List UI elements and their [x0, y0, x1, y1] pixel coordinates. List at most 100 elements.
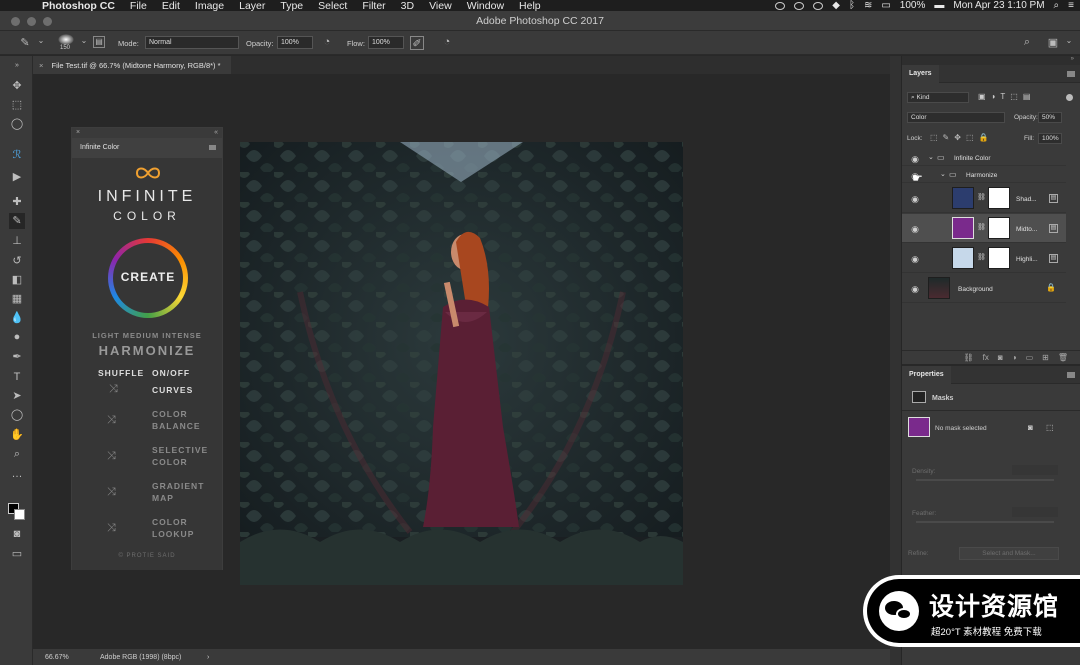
panel-tab[interactable]: Infinite Color: [72, 138, 222, 158]
pen-extension-icon[interactable]: ℛ: [9, 147, 25, 163]
layer-row-harmonize[interactable]: ◉ ⌄ ▭ Harmonize: [902, 167, 1066, 183]
collapse-dock-icon[interactable]: »: [902, 56, 1080, 65]
hand-tool-icon[interactable]: ✋: [9, 427, 25, 443]
layers-tab[interactable]: Layers: [902, 65, 939, 83]
shuffle-icon[interactable]: ⤨: [107, 414, 116, 427]
flow-field[interactable]: 100%: [368, 36, 404, 49]
more-tools-icon[interactable]: …: [9, 466, 25, 482]
visibility-eye-icon[interactable]: ◉: [909, 254, 921, 264]
chevron-down-icon[interactable]: ⌄: [34, 36, 48, 50]
zoom-tool-icon[interactable]: ⌕: [9, 446, 25, 462]
filter-toggle-icon[interactable]: [1066, 94, 1073, 101]
pen-tool-icon[interactable]: ✒: [9, 349, 25, 365]
shuffle-curves-icon[interactable]: ⤨: [109, 383, 118, 396]
dodge-tool-icon[interactable]: ●: [9, 329, 25, 345]
collapse-panel-icon[interactable]: «: [214, 128, 218, 138]
skype-icon[interactable]: [813, 1, 824, 10]
layer-filter-select[interactable]: ⌕ Kind: [907, 92, 969, 103]
link-icon[interactable]: ⛓: [977, 253, 986, 261]
disclosure-icon[interactable]: ⌄: [928, 153, 934, 161]
brush-tip-preview[interactable]: [58, 34, 74, 45]
panel-menu-icon[interactable]: [1067, 372, 1075, 378]
create-button[interactable]: CREATE: [108, 238, 188, 318]
marquee-tool-icon[interactable]: ⬚: [9, 97, 25, 113]
shuffle-icon[interactable]: ⤨: [107, 522, 116, 535]
close-panel-icon[interactable]: ×: [76, 129, 80, 136]
select-and-mask-button[interactable]: Select and Mask...: [959, 547, 1059, 560]
menu-help[interactable]: Help: [519, 0, 541, 12]
gradient-map-toggle[interactable]: GRADIENT MAP: [152, 480, 222, 504]
curves-toggle[interactable]: CURVES: [152, 385, 193, 395]
lasso-tool-icon[interactable]: ◯: [9, 116, 25, 132]
brush-panel-toggle-icon[interactable]: ▤: [93, 36, 105, 48]
spotlight-icon[interactable]: ⌕: [1054, 0, 1060, 11]
fx-icon[interactable]: fx: [983, 353, 989, 364]
visibility-eye-icon[interactable]: ◉: [909, 194, 921, 204]
menu-select[interactable]: Select: [318, 0, 347, 12]
blur-tool-icon[interactable]: 💧: [9, 310, 25, 326]
menu-filter[interactable]: Filter: [362, 0, 385, 12]
panel-menu-icon[interactable]: [1067, 71, 1075, 77]
layer-mask-thumbnail[interactable]: [988, 217, 1010, 239]
pressure-opacity-icon[interactable]: ◔: [320, 36, 334, 50]
screen-mode-icon[interactable]: ▭: [9, 546, 25, 562]
menu-type[interactable]: Type: [280, 0, 303, 12]
gradient-tool-icon[interactable]: ▦: [9, 291, 25, 307]
visibility-eye-icon[interactable]: ◉: [909, 284, 921, 294]
wifi-icon[interactable]: ≋: [864, 0, 872, 11]
adjustment-layer-icon[interactable]: ◑: [1012, 353, 1017, 364]
quick-mask-icon[interactable]: ◙: [9, 526, 25, 542]
search-icon[interactable]: ⌕: [1020, 36, 1034, 50]
background-color-swatch[interactable]: [14, 509, 25, 520]
path-selection-icon[interactable]: ➤: [9, 388, 25, 404]
clone-stamp-icon[interactable]: ⊥: [9, 233, 25, 249]
visibility-eye-icon[interactable]: ◉: [909, 154, 921, 164]
document-tab[interactable]: × File Test.tif @ 66.7% (Midtone Harmony…: [33, 56, 231, 74]
brush-preset-icon[interactable]: ✎: [18, 36, 32, 50]
healing-brush-icon[interactable]: ✚: [9, 194, 25, 210]
pressure-size-icon[interactable]: ◔: [440, 36, 454, 50]
link-layers-icon[interactable]: ⛓: [964, 353, 974, 364]
eraser-tool-icon[interactable]: ◧: [9, 272, 25, 288]
layer-row-infinite-color[interactable]: ◉ ⌄ ▭ Infinite Color: [902, 150, 1066, 166]
clock[interactable]: Mon Apr 23 1:10 PM: [953, 0, 1044, 11]
layer-mask-thumbnail[interactable]: [988, 187, 1010, 209]
menu-3d[interactable]: 3D: [401, 0, 414, 12]
opacity-field[interactable]: 100%: [277, 36, 313, 49]
trash-icon[interactable]: 🗑: [1058, 353, 1068, 364]
new-layer-icon[interactable]: ⊞: [1042, 353, 1049, 364]
intensity-selector[interactable]: LIGHT MEDIUM INTENSE: [72, 331, 222, 340]
properties-tab[interactable]: Properties: [902, 366, 951, 384]
layer-row-midtones[interactable]: ◉ ⛓ Midto... ▤: [902, 214, 1066, 243]
filter-type-icons[interactable]: ▣◑T⬚▤: [978, 92, 1035, 101]
history-brush-icon[interactable]: ↺: [9, 253, 25, 269]
disclosure-icon[interactable]: ⌄: [940, 170, 946, 178]
battery-percent[interactable]: 100%: [900, 0, 926, 11]
ellipse-tool-icon[interactable]: ◯: [9, 407, 25, 423]
density-field[interactable]: [1012, 465, 1058, 475]
menu-file[interactable]: File: [130, 0, 147, 12]
feather-slider[interactable]: [916, 521, 1054, 523]
feather-field[interactable]: [1012, 507, 1058, 517]
status-menu-arrow-icon[interactable]: ›: [207, 654, 209, 661]
record-icon[interactable]: [775, 1, 786, 10]
workspace-icon[interactable]: ▣: [1046, 36, 1060, 50]
layer-row-shadows[interactable]: ◉ ⛓ Shad... ▤: [902, 184, 1066, 213]
layer-mask-thumbnail[interactable]: [988, 247, 1010, 269]
document-image[interactable]: [240, 142, 683, 585]
color-balance-toggle[interactable]: COLOR BALANCE: [152, 408, 222, 432]
play-icon[interactable]: ▶: [9, 169, 25, 185]
pixel-mask-icon[interactable]: ◙: [1028, 423, 1033, 432]
shuffle-icon[interactable]: ⤨: [107, 486, 116, 499]
brush-tool-icon[interactable]: ✎: [9, 213, 25, 229]
bluetooth-icon[interactable]: ᛒ: [849, 0, 855, 11]
layer-row-background[interactable]: ◉ Background 🔒: [902, 274, 1066, 303]
collapse-toolbar-icon[interactable]: »: [9, 58, 25, 74]
layer-row-highlights[interactable]: ◉ ⛓ Highli... ▤: [902, 244, 1066, 273]
layer-fill-field[interactable]: 100%: [1038, 133, 1062, 144]
density-slider[interactable]: [916, 479, 1054, 481]
add-mask-icon[interactable]: ◙: [998, 353, 1003, 364]
shuffle-icon[interactable]: ⤨: [107, 450, 116, 463]
mode-select[interactable]: Normal: [145, 36, 239, 49]
harmonize-button[interactable]: HARMONIZE: [72, 343, 222, 358]
